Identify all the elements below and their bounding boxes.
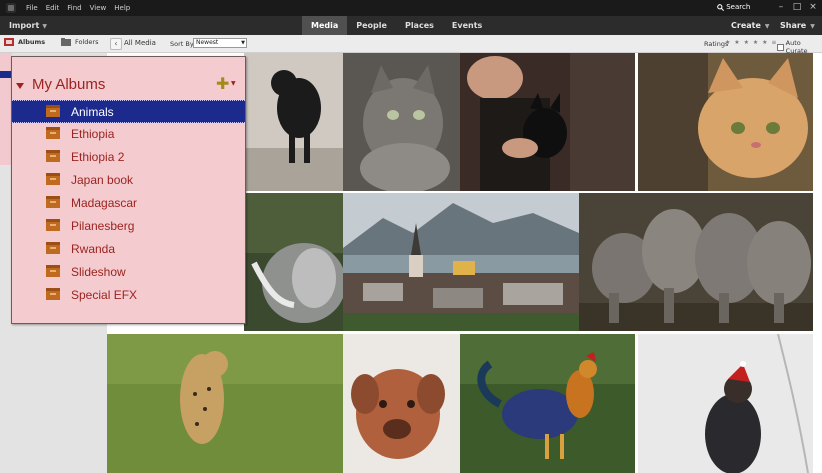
menu-list: File Edit Find View Help [26, 4, 130, 12]
album-item-slideshow[interactable]: Slideshow [12, 261, 245, 284]
album-icon [46, 265, 60, 277]
minimize-icon[interactable]: – [776, 2, 786, 12]
album-icon [4, 38, 14, 46]
search-icon [717, 3, 725, 11]
chevron-left-icon: ‹ [114, 39, 118, 48]
all-media-link[interactable]: All Media [124, 39, 156, 47]
sort-by-label: Sort By: [170, 40, 196, 48]
album-label: Madagascar [71, 196, 138, 210]
album-item-madagascar[interactable]: Madagascar [12, 192, 245, 215]
folder-icon [61, 38, 71, 46]
menu-edit[interactable]: Edit [46, 4, 60, 12]
album-label: Pilanesberg [71, 219, 135, 233]
photo-crowned-crane[interactable] [244, 193, 343, 331]
tab-media[interactable]: Media [302, 16, 348, 35]
photo-hallstatt-village[interactable] [343, 193, 579, 331]
chevron-down-icon: ▼ [42, 23, 47, 30]
albums-header: My Albums ✚ ▼ [12, 75, 245, 97]
album-label: Ethiopia [71, 127, 115, 141]
tab-people[interactable]: People [347, 16, 396, 35]
album-item-animals[interactable]: Animals [12, 100, 245, 123]
menu-bar: File Edit Find View Help Search – □ × [0, 0, 822, 16]
photo-cheetah[interactable] [107, 334, 343, 473]
chevron-down-icon[interactable]: ▼ [231, 80, 236, 87]
album-label: Japan book [71, 173, 134, 187]
main-toolbar: Import ▼ Media People Places Events Creat… [0, 16, 822, 35]
share-button[interactable]: Share ▼ [780, 21, 815, 30]
auto-curate-checkbox[interactable] [777, 43, 784, 51]
search-button[interactable]: Search [717, 3, 765, 13]
view-tabs: Media People Places Events [302, 16, 491, 35]
album-icon [46, 242, 60, 254]
close-icon[interactable]: × [808, 2, 818, 12]
menu-file[interactable]: File [26, 4, 38, 12]
album-item-special-efx[interactable]: Special EFX [12, 284, 245, 307]
menu-view[interactable]: View [90, 4, 107, 12]
tab-folders[interactable]: Folders [61, 38, 98, 46]
chevron-down-icon: ▼ [764, 23, 770, 30]
folders-tab-label: Folders [75, 38, 99, 46]
photo-mastiff-dog[interactable] [343, 334, 460, 473]
photo-gray-kitten[interactable] [343, 53, 460, 191]
tab-events[interactable]: Events [443, 16, 491, 35]
chevron-down-icon: ▼ [241, 40, 245, 46]
album-item-rwanda[interactable]: Rwanda [12, 238, 245, 261]
album-icon [46, 150, 60, 162]
import-button[interactable]: Import ▼ [9, 21, 47, 30]
albums-title: My Albums [32, 76, 106, 93]
rating-stars[interactable]: ★ ★ ★ ★ ★ ≡ [725, 39, 777, 46]
chevron-down-icon: ▼ [810, 23, 815, 30]
add-album-icon[interactable]: ✚ [216, 75, 229, 93]
app-logo-icon [6, 3, 16, 13]
create-button[interactable]: Create ▼ [731, 21, 770, 30]
photo-black-dog[interactable] [244, 53, 343, 191]
album-label: Animals [71, 105, 114, 119]
photo-woman-black-cat[interactable] [460, 53, 635, 191]
album-icon [46, 105, 60, 117]
album-icon [46, 288, 60, 300]
back-button[interactable]: ‹ [110, 38, 122, 50]
album-icon [46, 219, 60, 231]
albums-tab-label: Albums [18, 38, 46, 46]
album-item-ethiopia[interactable]: Ethiopia [12, 123, 245, 146]
album-icon [46, 196, 60, 208]
menu-help[interactable]: Help [114, 4, 130, 12]
tab-albums[interactable]: Albums [4, 38, 45, 46]
maximize-icon[interactable]: □ [792, 2, 802, 12]
search-label: Search [726, 3, 751, 11]
album-icon [46, 173, 60, 185]
share-label: Share [780, 21, 807, 30]
album-label: Slideshow [71, 265, 126, 279]
album-label: Rwanda [71, 242, 116, 256]
album-label: Ethiopia 2 [71, 150, 125, 164]
create-label: Create [731, 21, 761, 30]
photo-rooster[interactable] [460, 334, 635, 473]
import-label: Import [9, 21, 40, 30]
photo-orange-kitten[interactable] [638, 53, 813, 191]
sort-select[interactable]: Newest ▼ [193, 38, 247, 48]
photo-elephants[interactable] [579, 193, 813, 331]
tab-places[interactable]: Places [396, 16, 443, 35]
album-item-pilanesberg[interactable]: Pilanesberg [12, 215, 245, 238]
sub-toolbar: Albums Folders ‹ All Media Sort By: Newe… [0, 35, 822, 55]
album-item-ethiopia-2[interactable]: Ethiopia 2 [12, 146, 245, 169]
album-icon [46, 127, 60, 139]
my-albums-panel: My Albums ✚ ▼ Animals Ethiopia Ethiopia … [11, 56, 246, 324]
window-controls: – □ × [776, 2, 818, 12]
album-list: Animals Ethiopia Ethiopia 2 Japan book M… [12, 100, 245, 307]
collapse-triangle-icon[interactable] [16, 83, 24, 89]
menu-find[interactable]: Find [67, 4, 81, 12]
album-item-japan-book[interactable]: Japan book [12, 169, 245, 192]
album-label: Special EFX [71, 288, 138, 302]
photo-winter-person[interactable] [638, 334, 813, 473]
sort-value: Newest [196, 39, 219, 46]
